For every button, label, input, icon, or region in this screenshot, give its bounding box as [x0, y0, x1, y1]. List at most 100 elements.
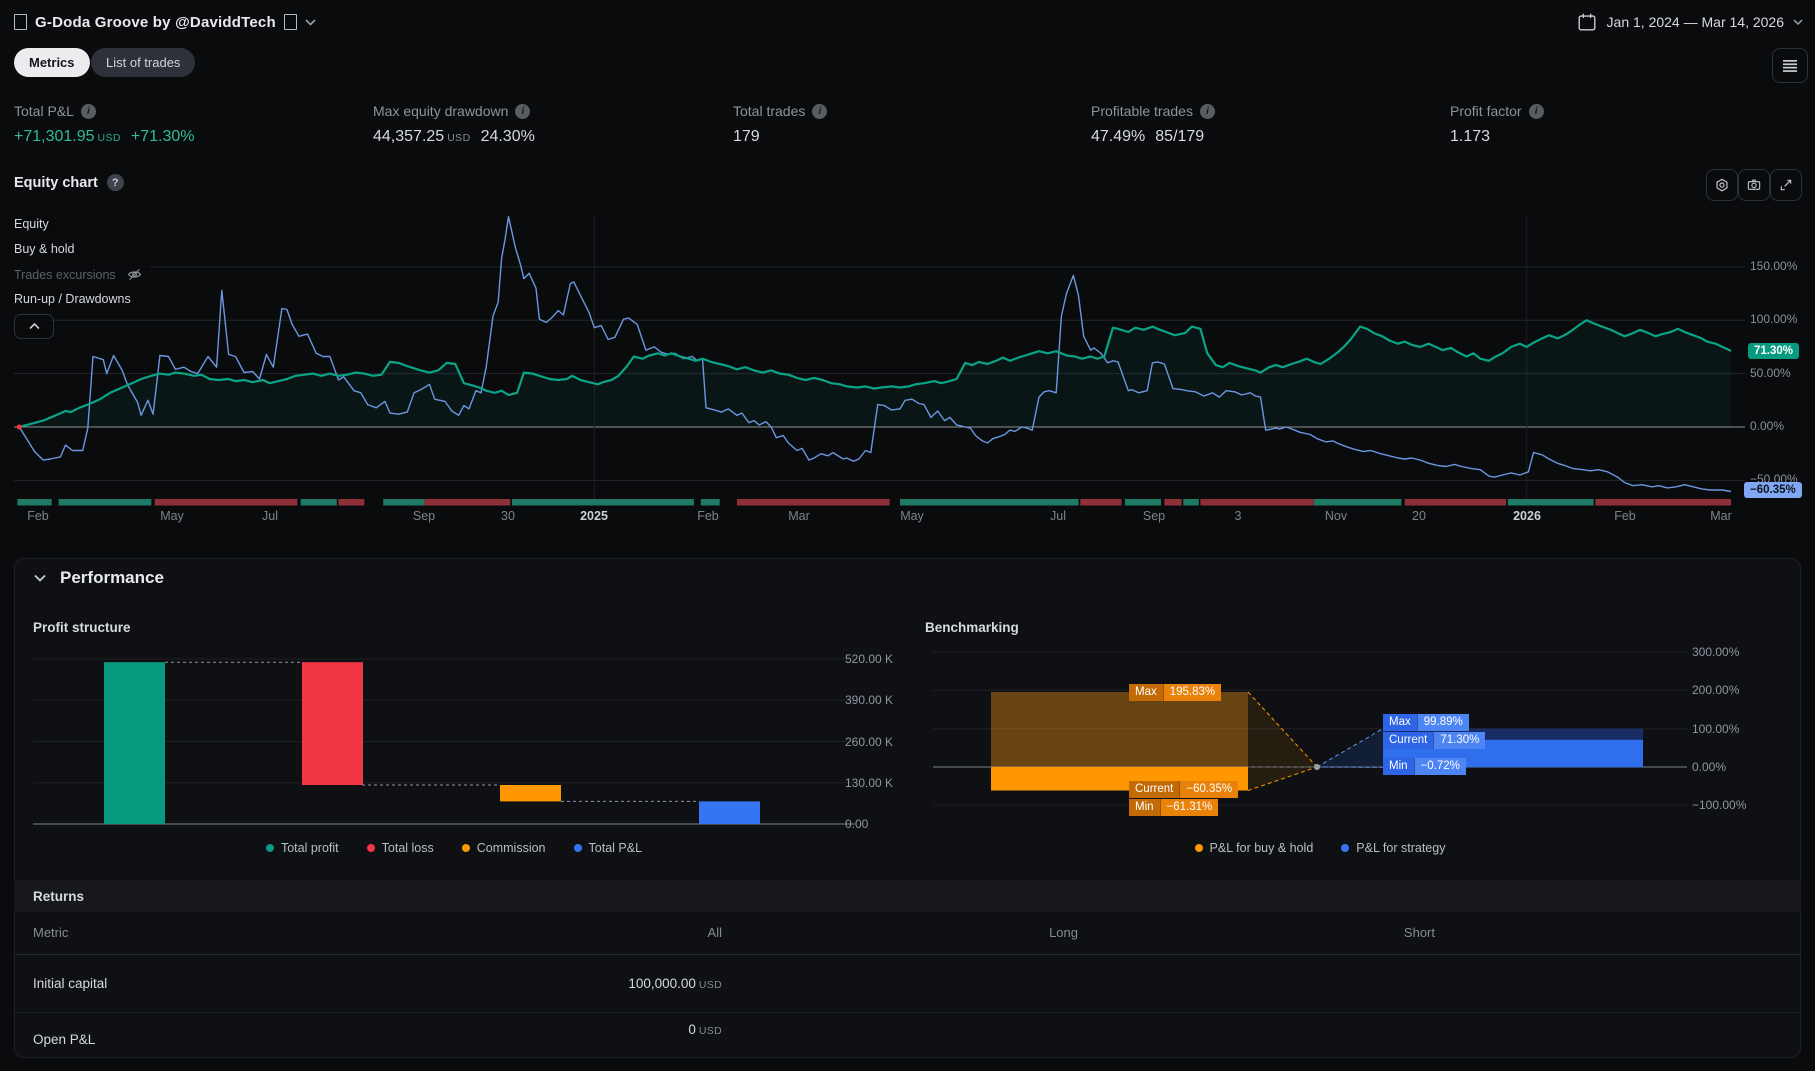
profit-structure-title: Profit structure [33, 620, 131, 635]
date-range-picker[interactable]: Jan 1, 2024 — Mar 14, 2026 [1576, 9, 1803, 35]
x-axis-label: Jul [262, 509, 278, 523]
legend-item-equity[interactable]: Equity [14, 214, 56, 234]
month-pnl-bar[interactable] [17, 499, 51, 506]
benchmarking-chart[interactable] [925, 638, 1815, 853]
y-axis-label: 50.00% [1750, 366, 1791, 380]
row-label: Open P&L [33, 1032, 95, 1047]
month-pnl-bar[interactable] [1405, 499, 1506, 506]
waterfall-bar-total-p-l[interactable] [699, 801, 760, 824]
chart-snapshot-button[interactable] [1738, 169, 1770, 201]
chevron-up-icon [29, 323, 40, 330]
month-pnl-bar[interactable] [1508, 499, 1594, 506]
month-pnl-bar[interactable] [424, 499, 510, 506]
calendar-icon [1576, 11, 1598, 33]
x-axis-label: Feb [1614, 509, 1636, 523]
y-axis-label: 130.00 K [845, 776, 893, 790]
strategy-start-marker [17, 425, 22, 430]
x-axis-label: Sep [1143, 509, 1165, 523]
month-pnl-bar[interactable] [1595, 499, 1731, 506]
month-pnl-bar[interactable] [900, 499, 1079, 506]
row-value-all: 100,000.00USD [502, 976, 722, 991]
month-pnl-bar[interactable] [155, 499, 297, 506]
info-icon[interactable]: i [812, 104, 827, 119]
month-pnl-bar[interactable] [59, 499, 152, 506]
x-axis-label: Nov [1325, 509, 1348, 523]
month-pnl-bar[interactable] [701, 499, 720, 506]
month-pnl-bar[interactable] [1164, 499, 1181, 506]
returns-table-header: Metric All Long Short [14, 912, 1801, 955]
legend-item-run-up-drawdowns[interactable]: Run-up / Drawdowns [14, 289, 138, 309]
x-axis-label: 2026 [1513, 509, 1541, 523]
row-value-all: 0USD [502, 1022, 722, 1037]
chart-settings-button[interactable] [1706, 169, 1738, 201]
info-icon[interactable]: i [81, 104, 96, 119]
chart-fullscreen-button[interactable] [1770, 169, 1802, 201]
table-row-initial-capital: Initial capital 100,000.00USD [14, 955, 1801, 1013]
metric-value: 1.173 [1450, 128, 1490, 146]
tab-list-of-trades[interactable]: List of trades [91, 48, 195, 77]
x-axis-label: Sep [413, 509, 435, 523]
col-short[interactable]: Short [1314, 925, 1435, 940]
buy-hold-min-badge: Min−61.31% [1129, 799, 1218, 816]
month-pnl-bar[interactable] [301, 499, 337, 506]
legend-item-trades-excursions[interactable]: Trades excursions [14, 264, 150, 285]
strategy-tester: G-Doda Groove by @DaviddTech Jan 1, 2024… [0, 0, 1815, 1041]
profit-structure-legend: Total profit Total loss Commission Total P&… [14, 841, 894, 855]
strategy-min-badge: Min−0.72% [1383, 758, 1466, 775]
buy-hold-range-upper[interactable] [991, 692, 1248, 767]
layout-menu-button[interactable] [1772, 48, 1808, 83]
title-chevron-down-icon[interactable] [305, 19, 316, 26]
y-axis-label: 520.00 K [845, 652, 893, 666]
converge-dot [1314, 764, 1320, 770]
legend-item[interactable]: Total profit [266, 841, 339, 855]
month-pnl-bar[interactable] [383, 499, 424, 506]
metric-total-pnl: Total P&Li +71,301.95USD+71.30% [14, 103, 359, 146]
x-axis-label: 3 [1235, 509, 1242, 523]
tab-metrics[interactable]: Metrics [14, 48, 90, 77]
legend-item[interactable]: Commission [462, 841, 546, 855]
month-pnl-bar[interactable] [737, 499, 890, 506]
rows-menu-icon [1782, 59, 1798, 73]
waterfall-bar-commission[interactable] [500, 785, 561, 801]
buy-hold-max-badge: Max195.83% [1129, 684, 1221, 701]
col-all[interactable]: All [614, 925, 722, 940]
help-icon[interactable]: ? [107, 174, 124, 191]
month-pnl-bar[interactable] [1200, 499, 1313, 506]
legend-item[interactable]: Total P&L [574, 841, 643, 855]
info-icon[interactable]: i [1200, 104, 1215, 119]
info-icon[interactable]: i [1529, 104, 1544, 119]
equity-chart[interactable]: FebMayJulSep302025FebMarMayJulSep3Nov202… [0, 213, 1815, 523]
collapse-chart-button[interactable] [14, 314, 54, 339]
x-axis-label: May [900, 509, 924, 523]
benchmarking-title: Benchmarking [925, 620, 1019, 635]
row-label: Initial capital [33, 976, 107, 991]
month-pnl-bar[interactable] [1125, 499, 1161, 506]
legend-item-buy-hold[interactable]: Buy & hold [14, 239, 81, 259]
legend-item[interactable]: P&L for strategy [1341, 841, 1445, 855]
y-axis-label: 0.00 [845, 817, 868, 831]
fullscreen-icon [1776, 175, 1796, 195]
strategy-header[interactable]: G-Doda Groove by @DaviddTech [14, 10, 316, 34]
legend-dot [1341, 844, 1349, 852]
x-axis-label: Jul [1050, 509, 1066, 523]
info-icon[interactable]: i [515, 104, 530, 119]
waterfall-bar-total-loss[interactable] [302, 662, 363, 785]
profit-structure-chart[interactable] [14, 655, 894, 840]
strategy-title: G-Doda Groove by @DaviddTech [35, 14, 276, 31]
month-pnl-bar[interactable] [512, 499, 694, 506]
metric-label: Total P&L [14, 103, 74, 119]
section-chevron-down-icon [34, 574, 46, 582]
col-long[interactable]: Long [964, 925, 1078, 940]
month-pnl-bar[interactable] [339, 499, 365, 506]
month-pnl-bar[interactable] [1314, 499, 1402, 506]
y-axis-label: 0.00% [1750, 419, 1784, 433]
metric-value: 44,357.25 [373, 128, 444, 146]
month-pnl-bar[interactable] [1080, 499, 1121, 506]
benchmarking-legend: P&L for buy & hold P&L for strategy [925, 841, 1715, 855]
col-metric: Metric [33, 925, 68, 940]
performance-header[interactable]: Performance [34, 568, 164, 588]
month-pnl-bar[interactable] [1183, 499, 1199, 506]
waterfall-bar-total-profit[interactable] [104, 662, 165, 824]
legend-item[interactable]: P&L for buy & hold [1195, 841, 1314, 855]
legend-item[interactable]: Total loss [367, 841, 434, 855]
